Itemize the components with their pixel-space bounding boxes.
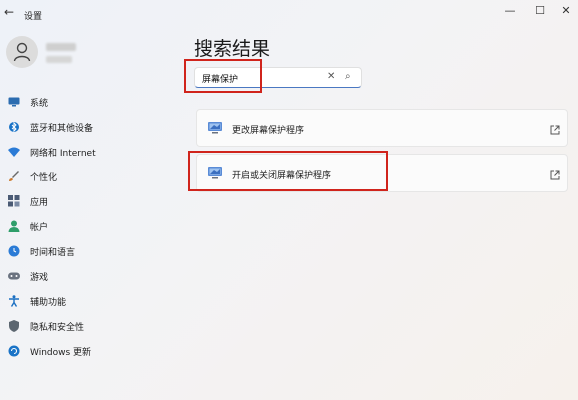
gamepad-icon — [8, 270, 20, 282]
sidebar-item-personalization[interactable]: 个性化 — [8, 166, 57, 186]
window-title: 设置 — [24, 12, 43, 22]
sidebar-item-time-language[interactable]: 时间和语言 — [8, 241, 75, 261]
sidebar-item-label: 帐户 — [30, 222, 49, 233]
search-result-change-screensaver[interactable]: 更改屏幕保护程序 — [196, 109, 568, 147]
sidebar-item-label: 蓝牙和其他设备 — [30, 123, 94, 134]
screensaver-icon — [207, 120, 223, 139]
avatar[interactable] — [6, 36, 38, 68]
sidebar-item-gaming[interactable]: 游戏 — [8, 266, 48, 286]
bluetooth-icon — [8, 121, 20, 133]
sidebar-item-network[interactable]: 网络和 Internet — [8, 142, 96, 162]
user-email-redacted — [46, 56, 72, 63]
sidebar-item-privacy-security[interactable]: 隐私和安全性 — [8, 316, 84, 336]
highlight-box-search — [184, 59, 262, 93]
accessibility-icon — [8, 295, 20, 307]
apps-icon — [8, 195, 20, 207]
sidebar-item-apps[interactable]: 应用 — [8, 191, 48, 211]
shield-icon — [8, 320, 20, 332]
sidebar-item-label: 隐私和安全性 — [30, 322, 85, 333]
monitor-icon — [8, 96, 20, 108]
external-link-icon[interactable] — [550, 165, 560, 184]
minimize-button[interactable]: — — [500, 4, 520, 17]
title-bar: ← 设置 — ☐ ✕ — [0, 0, 578, 28]
sidebar-item-label: 系统 — [30, 98, 49, 109]
maximize-button[interactable]: ☐ — [530, 4, 550, 17]
sidebar-item-label: 游戏 — [30, 272, 49, 283]
sidebar-item-label: 辅助功能 — [30, 297, 67, 308]
wifi-icon — [8, 146, 20, 158]
sidebar-item-label: 网络和 Internet — [30, 148, 96, 159]
sidebar-item-system[interactable]: 系统 — [8, 92, 48, 112]
sidebar-item-label: 应用 — [30, 197, 49, 208]
sidebar-item-label: Windows 更新 — [30, 347, 92, 358]
sidebar-item-windows-update[interactable]: Windows 更新 — [8, 341, 91, 361]
sidebar-item-accessibility[interactable]: 辅助功能 — [8, 291, 66, 311]
back-arrow-icon[interactable]: ← — [4, 5, 14, 19]
close-button[interactable]: ✕ — [556, 4, 576, 17]
sidebar-item-accounts[interactable]: 帐户 — [8, 216, 48, 236]
update-icon — [8, 345, 20, 357]
result-label: 更改屏幕保护程序 — [232, 126, 305, 136]
page-title: 搜索结果 — [194, 38, 271, 60]
brush-icon — [8, 170, 20, 182]
clear-icon[interactable]: ✕ — [327, 71, 335, 82]
globe-clock-icon — [8, 245, 20, 257]
sidebar-item-label: 个性化 — [30, 172, 58, 183]
user-name-redacted — [46, 43, 76, 51]
person-icon — [13, 42, 31, 62]
external-link-icon[interactable] — [550, 120, 560, 139]
sidebar-item-label: 时间和语言 — [30, 247, 76, 258]
account-icon — [8, 220, 20, 232]
sidebar-item-bluetooth[interactable]: 蓝牙和其他设备 — [8, 117, 93, 137]
search-icon[interactable]: ⌕ — [345, 71, 351, 82]
highlight-box-result — [188, 151, 388, 191]
